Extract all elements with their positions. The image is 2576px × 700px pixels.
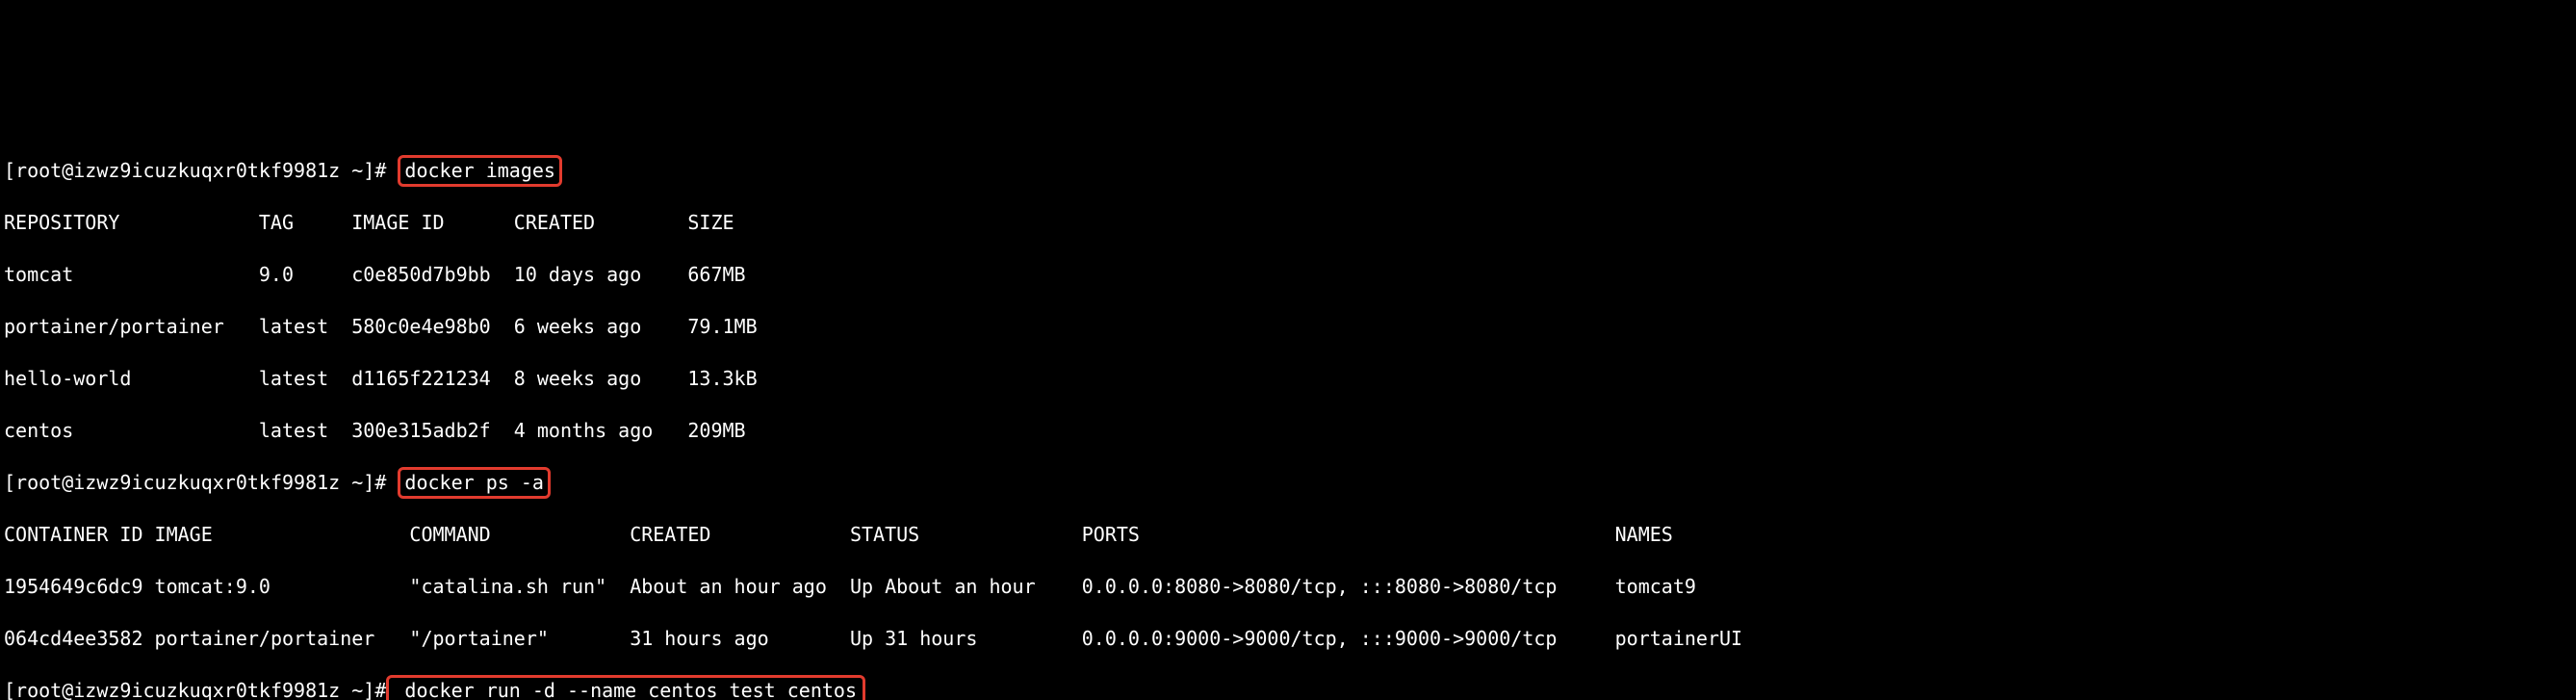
ps-header: CONTAINER IDIMAGECOMMANDCREATEDSTATUSPOR… <box>4 522 2572 548</box>
cmd-docker-run: docker run -d --name centos_test centos <box>404 679 857 700</box>
prompt-line-1: [root@izwz9icuzkuqxr0tkf9981z ~]# docker… <box>4 158 2572 184</box>
image-row: hello-worldlatestd1165f2212348 weeks ago… <box>4 366 2572 392</box>
image-row: centoslatest300e315adb2f4 months ago209M… <box>4 418 2572 444</box>
shell-prompt: [root@izwz9icuzkuqxr0tkf9981z ~]# <box>4 159 386 182</box>
highlight-cmd-ps-a-1: docker ps -a <box>398 467 551 499</box>
terminal[interactable]: [root@izwz9icuzkuqxr0tkf9981z ~]# docker… <box>0 130 2576 700</box>
cmd-docker-images: docker images <box>404 159 555 182</box>
image-row: portainer/portainerlatest580c0e4e98b06 w… <box>4 314 2572 340</box>
highlight-cmd-images: docker images <box>398 155 562 187</box>
shell-prompt: [root@izwz9icuzkuqxr0tkf9981z ~]# <box>4 471 386 494</box>
images-header: REPOSITORYTAGIMAGE IDCREATEDSIZE <box>4 210 2572 236</box>
cmd-docker-ps-a: docker ps -a <box>404 471 544 494</box>
highlight-cmd-run: docker run -d --name centos_test centos <box>386 675 865 700</box>
image-row: tomcat9.0c0e850d7b9bb10 days ago667MB <box>4 262 2572 288</box>
prompt-line-3: [root@izwz9icuzkuqxr0tkf9981z ~]# docker… <box>4 678 2572 700</box>
container-row: 1954649c6dc9tomcat:9.0"catalina.sh run"A… <box>4 574 2572 600</box>
container-row: 064cd4ee3582portainer/portainer"/portain… <box>4 626 2572 652</box>
shell-prompt: [root@izwz9icuzkuqxr0tkf9981z ~]# <box>4 679 386 700</box>
prompt-line-2: [root@izwz9icuzkuqxr0tkf9981z ~]# docker… <box>4 470 2572 496</box>
